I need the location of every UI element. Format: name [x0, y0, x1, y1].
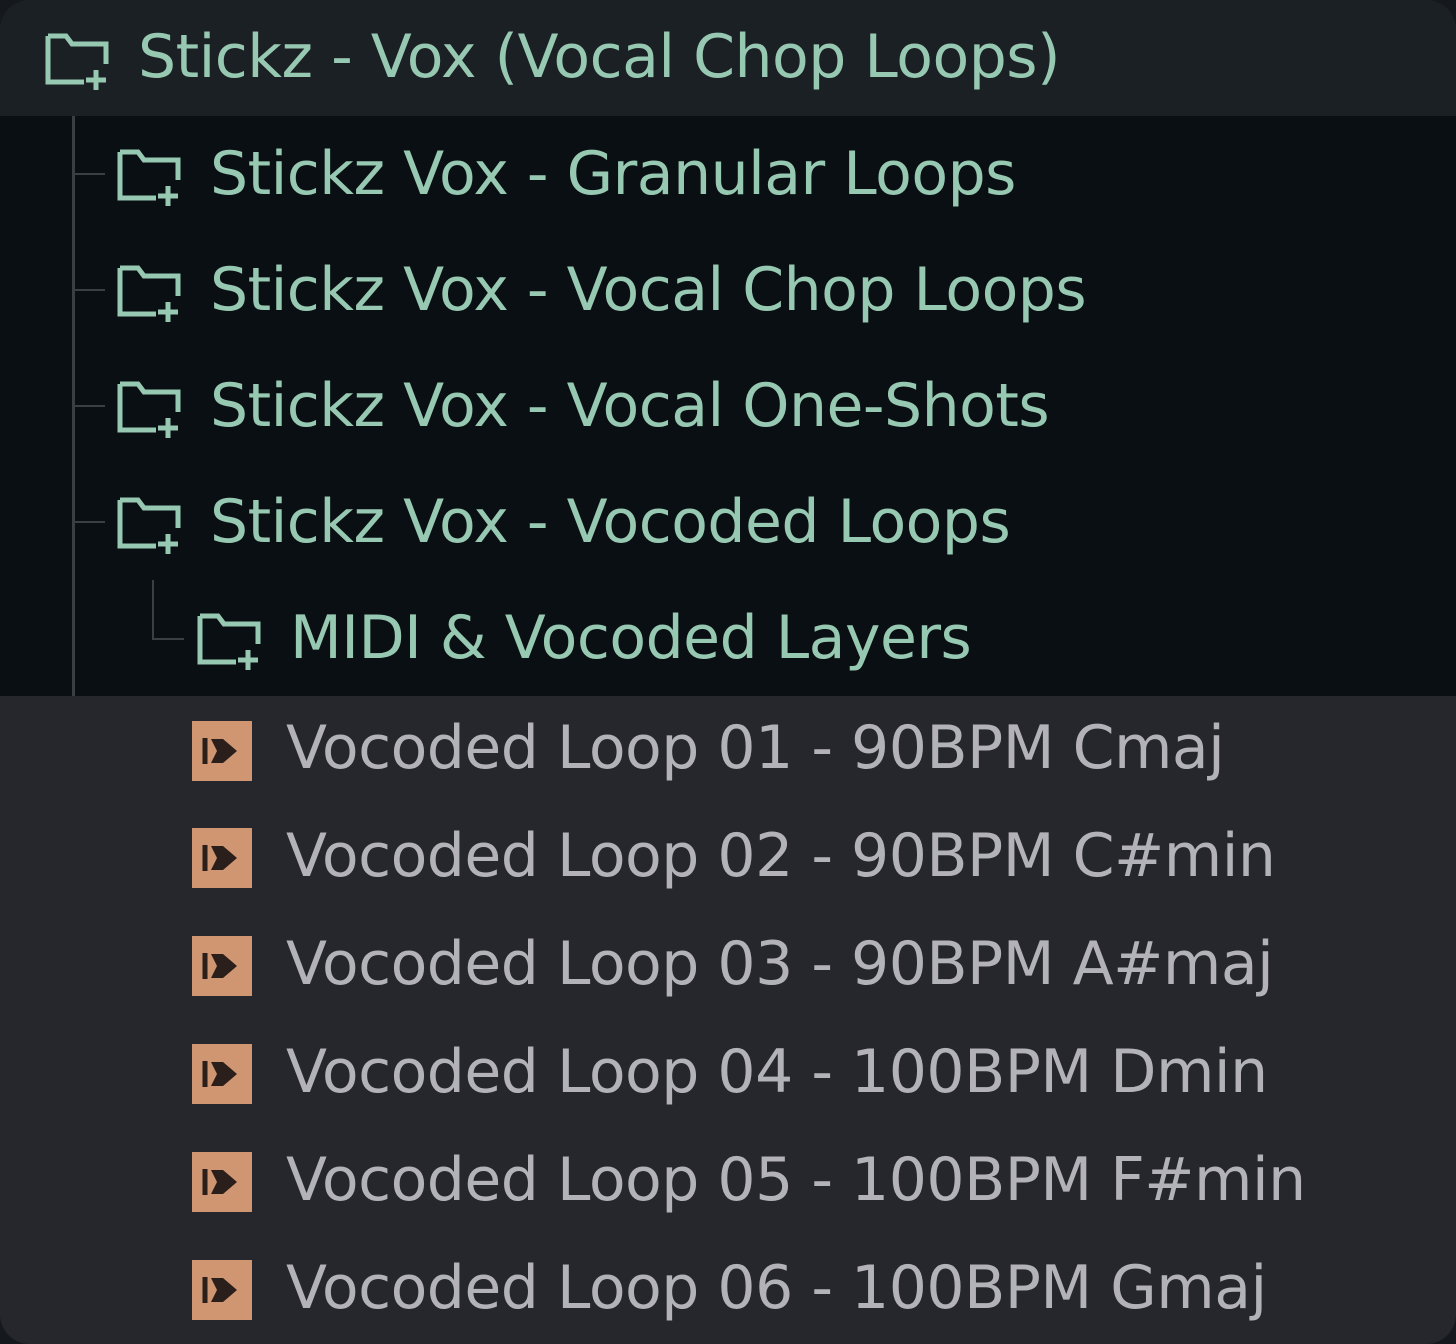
- file-row[interactable]: Vocoded Loop 05 - 100BPM F#min: [0, 1128, 1456, 1236]
- file-label: Vocoded Loop 04 - 100BPM Dmin: [286, 1037, 1268, 1107]
- file-list: Vocoded Loop 01 - 90BPM Cmaj Vocoded Loo…: [0, 696, 1456, 1344]
- folder-add-icon: [116, 494, 182, 554]
- file-row[interactable]: Vocoded Loop 04 - 100BPM Dmin: [0, 1020, 1456, 1128]
- folder-row-vocal-chop[interactable]: Stickz Vox - Vocal Chop Loops: [0, 232, 1456, 348]
- file-label: Vocoded Loop 03 - 90BPM A#maj: [286, 929, 1274, 999]
- midi-clip-icon: [192, 1260, 252, 1320]
- folder-row-vocoded[interactable]: Stickz Vox - Vocoded Loops: [0, 464, 1456, 580]
- folder-row-one-shots[interactable]: Stickz Vox - Vocal One-Shots: [0, 348, 1456, 464]
- folder-label: Stickz Vox - Vocal Chop Loops: [210, 255, 1087, 325]
- folder-label: Stickz Vox - Granular Loops: [210, 139, 1016, 209]
- midi-clip-icon: [192, 1152, 252, 1212]
- file-row[interactable]: Vocoded Loop 01 - 90BPM Cmaj: [0, 696, 1456, 804]
- folder-add-icon: [116, 378, 182, 438]
- midi-clip-icon: [192, 936, 252, 996]
- file-row[interactable]: Vocoded Loop 03 - 90BPM A#maj: [0, 912, 1456, 1020]
- folder-add-icon: [196, 610, 262, 670]
- tree-guide-line: [152, 580, 154, 640]
- file-label: Vocoded Loop 05 - 100BPM F#min: [286, 1145, 1306, 1215]
- midi-clip-icon: [192, 721, 252, 781]
- file-label: Vocoded Loop 02 - 90BPM C#min: [286, 821, 1276, 891]
- root-folder-label: Stickz - Vox (Vocal Chop Loops): [138, 22, 1060, 92]
- folder-label: Stickz Vox - Vocoded Loops: [210, 487, 1011, 557]
- tree-branch-line: [75, 405, 105, 407]
- folder-row-granular[interactable]: Stickz Vox - Granular Loops: [0, 116, 1456, 232]
- tree-branch-line: [75, 521, 105, 523]
- subfolder-label: MIDI & Vocoded Layers: [290, 603, 972, 673]
- file-label: Vocoded Loop 01 - 90BPM Cmaj: [286, 713, 1225, 783]
- tree-branch-line: [75, 173, 105, 175]
- folder-add-icon: [116, 146, 182, 206]
- file-label: Vocoded Loop 06 - 100BPM Gmaj: [286, 1253, 1267, 1323]
- tree-branch-line: [75, 289, 105, 291]
- file-row[interactable]: Vocoded Loop 06 - 100BPM Gmaj: [0, 1236, 1456, 1344]
- subfolder-row-midi[interactable]: MIDI & Vocoded Layers: [0, 580, 1456, 696]
- browser-tree-panel: Stickz - Vox (Vocal Chop Loops) Stickz V…: [0, 0, 1456, 1344]
- file-row[interactable]: Vocoded Loop 02 - 90BPM C#min: [0, 804, 1456, 912]
- midi-clip-icon: [192, 1044, 252, 1104]
- folder-add-icon: [44, 30, 110, 90]
- root-folder-row[interactable]: Stickz - Vox (Vocal Chop Loops): [0, 0, 1456, 116]
- folder-add-icon: [116, 262, 182, 322]
- midi-clip-icon: [192, 828, 252, 888]
- folder-label: Stickz Vox - Vocal One-Shots: [210, 371, 1050, 441]
- subfolder-list: Stickz Vox - Granular Loops Stickz Vox -…: [0, 116, 1456, 696]
- tree-branch-line: [152, 638, 184, 640]
